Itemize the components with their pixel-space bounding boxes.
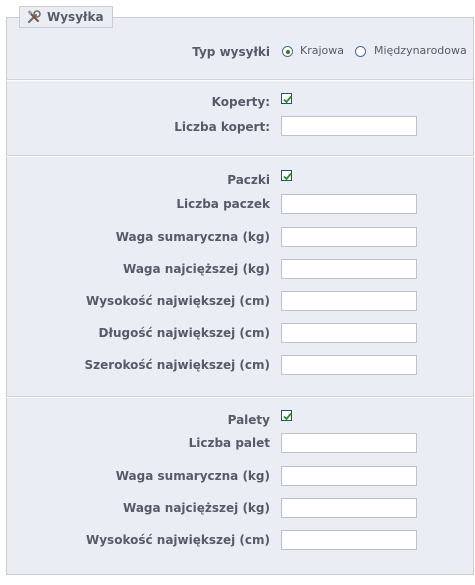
section-divider [6,396,474,398]
parcel-max-weight-input[interactable] [281,259,417,279]
check-icon [283,412,292,421]
parcel-max-length-input[interactable] [281,323,417,343]
parcel-field-label: Liczba paczek [176,197,270,211]
legend-title: Wysyłka [47,10,104,24]
parcels-checkbox[interactable] [281,170,292,181]
envelopes-label: Koperty: [211,95,270,109]
parcel-field-label: Waga sumaryczna (kg) [115,230,270,244]
check-icon [283,172,292,181]
radio-international-label: Międzynarodowa [374,44,467,57]
pallet-field-label: Waga najcięższej (kg) [123,501,270,515]
parcel-max-width-input[interactable] [281,355,417,375]
pallets-label: Palety [227,413,270,427]
pallet-max-height-input[interactable] [281,530,417,550]
section-divider [6,79,474,81]
parcel-total-weight-input[interactable] [281,227,417,247]
envelope-count-label: Liczba kopert: [174,120,270,134]
pallet-field-label: Wysokość największej (cm) [86,533,270,547]
pallet-count-input[interactable] [281,433,417,453]
pallet-total-weight-input[interactable] [281,466,417,486]
parcel-field-label: Szerokość największej (cm) [84,358,270,372]
parcel-field-label: Wysokość największej (cm) [86,294,270,308]
pallet-field-label: Waga sumaryczna (kg) [115,469,270,483]
shipping-type-label: Typ wysyłki [192,45,270,59]
pallet-max-weight-input[interactable] [281,498,417,518]
section-divider [6,155,474,157]
pallets-checkbox[interactable] [281,410,292,421]
parcel-field-label: Waga najcięższej (kg) [123,262,270,276]
radio-domestic[interactable] [282,46,293,57]
check-icon [283,95,292,104]
fieldset-legend: Wysyłka [19,6,113,28]
envelope-count-input[interactable] [281,116,417,136]
pallet-field-label: Liczba palet [188,436,270,450]
parcel-field-label: Długość największej (cm) [98,326,270,340]
parcel-max-height-input[interactable] [281,291,417,311]
tools-icon [27,10,41,24]
radio-international[interactable] [355,46,366,57]
envelopes-checkbox[interactable] [281,93,292,104]
parcel-count-input[interactable] [281,194,417,214]
radio-domestic-label: Krajowa [300,44,344,57]
parcels-label: Paczki [227,173,270,187]
